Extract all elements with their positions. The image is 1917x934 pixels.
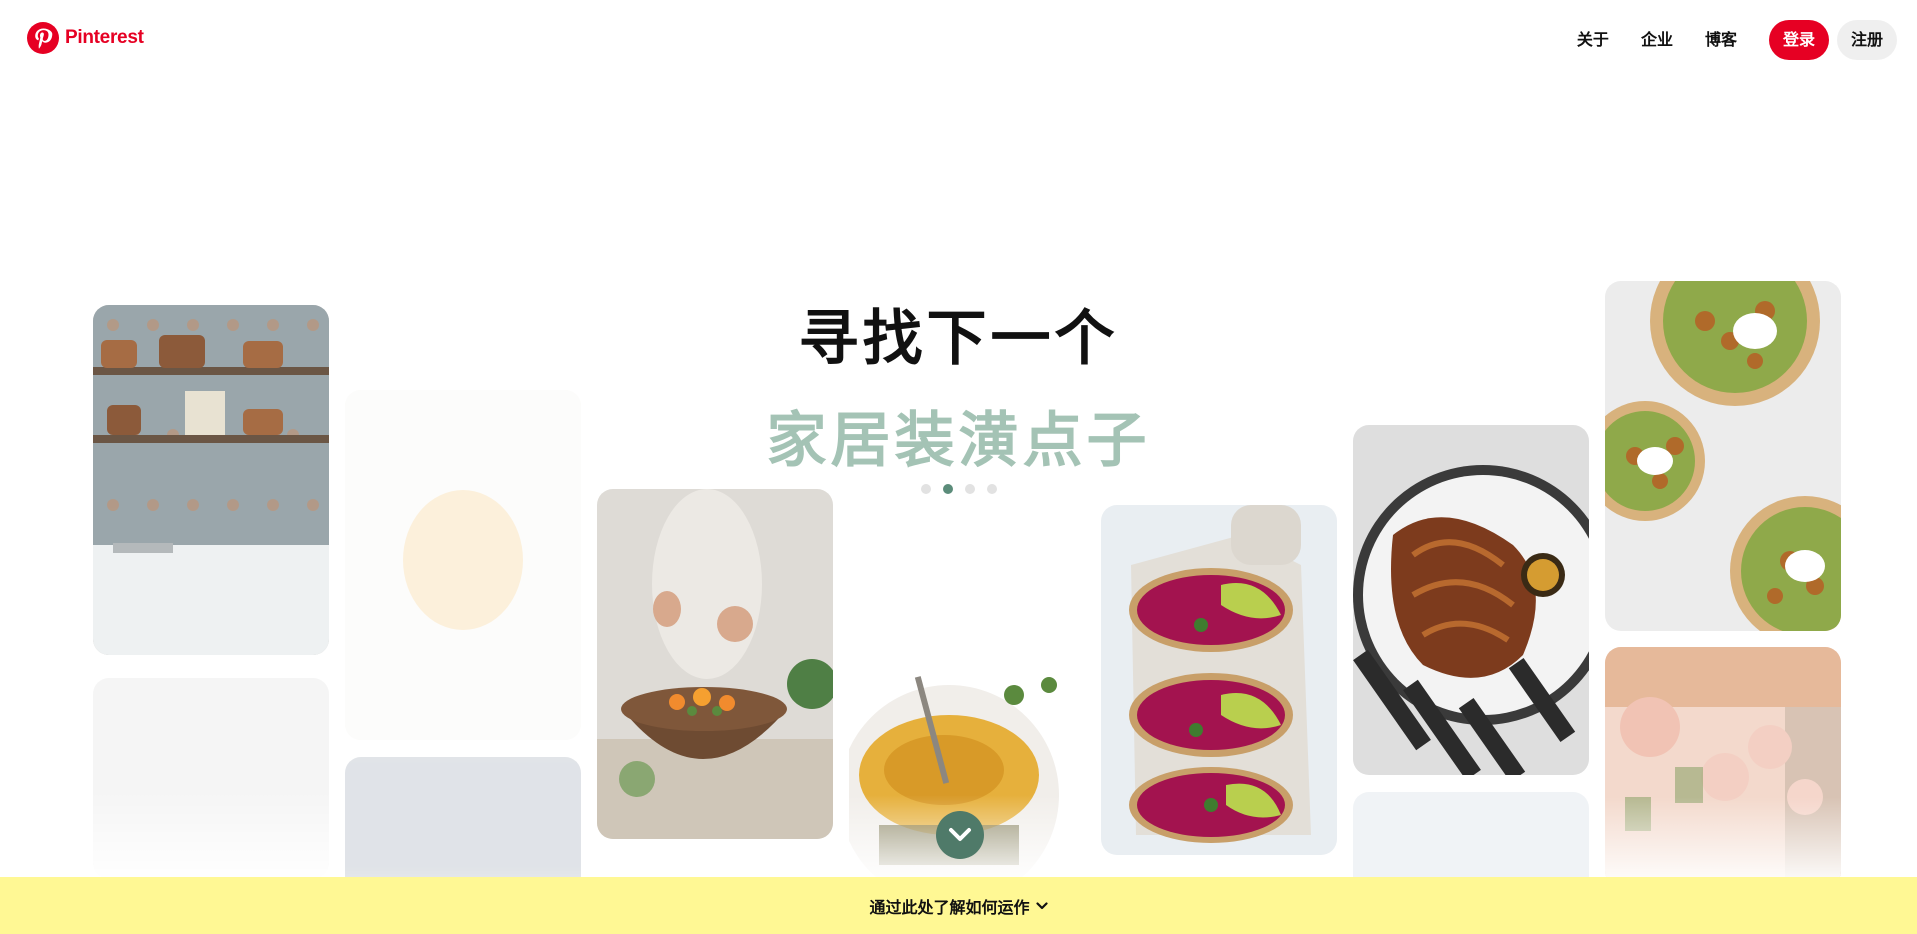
- carousel-dot[interactable]: [921, 484, 931, 494]
- scroll-down-button[interactable]: [936, 811, 984, 859]
- carousel-dot-active[interactable]: [943, 484, 953, 494]
- nav-link-about[interactable]: 关于: [1577, 20, 1609, 60]
- hero-title: 寻找下一个: [798, 304, 1119, 374]
- carousel-dots: [921, 484, 997, 494]
- nav-link-blog[interactable]: 博客: [1705, 20, 1737, 60]
- pin-patterned-tile[interactable]: [93, 678, 329, 878]
- carousel-dot[interactable]: [987, 484, 997, 494]
- chevron-down-icon: [1035, 901, 1048, 909]
- login-button[interactable]: 登录: [1768, 20, 1829, 60]
- hero-subtitle: 家居装潢点子: [766, 406, 1151, 476]
- pin-avocado-toast[interactable]: [1101, 505, 1337, 855]
- pinterest-logo-icon: [27, 22, 59, 54]
- top-nav: 关于 企业 博客 登录 注册: [1577, 20, 1897, 60]
- pin-salad-bowl[interactable]: [597, 489, 833, 839]
- header: Pinterest 关于 企业 博客 登录 注册: [0, 0, 1917, 80]
- chevron-down-icon: [949, 828, 971, 841]
- how-it-works-text: 通过此处了解如何运作: [869, 897, 1030, 917]
- pin-image: [1101, 505, 1337, 855]
- nav-link-business[interactable]: 企业: [1641, 20, 1673, 60]
- fade-overlay: [93, 788, 329, 878]
- fade-overlay: [1605, 797, 1841, 887]
- pin-balloon-room[interactable]: [1605, 647, 1841, 887]
- carousel-dot[interactable]: [965, 484, 975, 494]
- signup-button[interactable]: 注册: [1836, 20, 1897, 60]
- logo[interactable]: Pinterest: [27, 22, 144, 54]
- how-it-works-bar[interactable]: 通过此处了解如何运作: [0, 877, 1917, 934]
- pin-image: [597, 489, 833, 839]
- brand-name: Pinterest: [65, 27, 144, 48]
